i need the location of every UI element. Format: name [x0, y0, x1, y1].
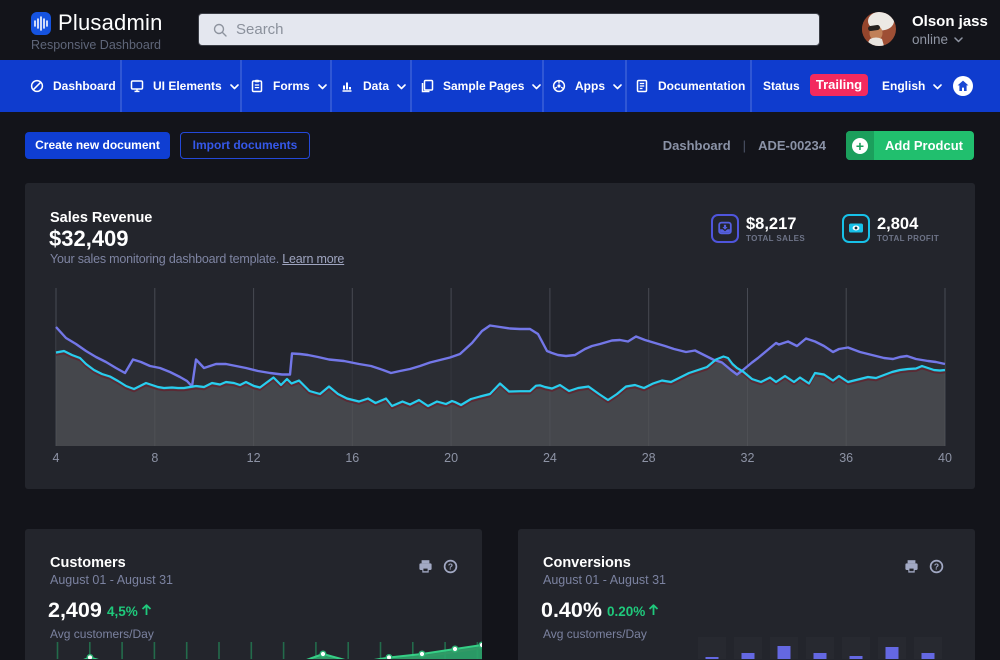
- svg-text:12: 12: [247, 451, 261, 465]
- svg-text:32: 32: [741, 451, 755, 465]
- svg-text:?: ?: [448, 562, 453, 572]
- svg-text:36: 36: [839, 451, 853, 465]
- svg-text:28: 28: [642, 451, 656, 465]
- svg-text:8: 8: [151, 451, 158, 465]
- svg-text:40: 40: [938, 451, 952, 465]
- svg-text:20: 20: [444, 451, 458, 465]
- svg-text:24: 24: [543, 451, 557, 465]
- svg-text:4: 4: [53, 451, 60, 465]
- svg-text:16: 16: [345, 451, 359, 465]
- svg-text:?: ?: [934, 562, 939, 572]
